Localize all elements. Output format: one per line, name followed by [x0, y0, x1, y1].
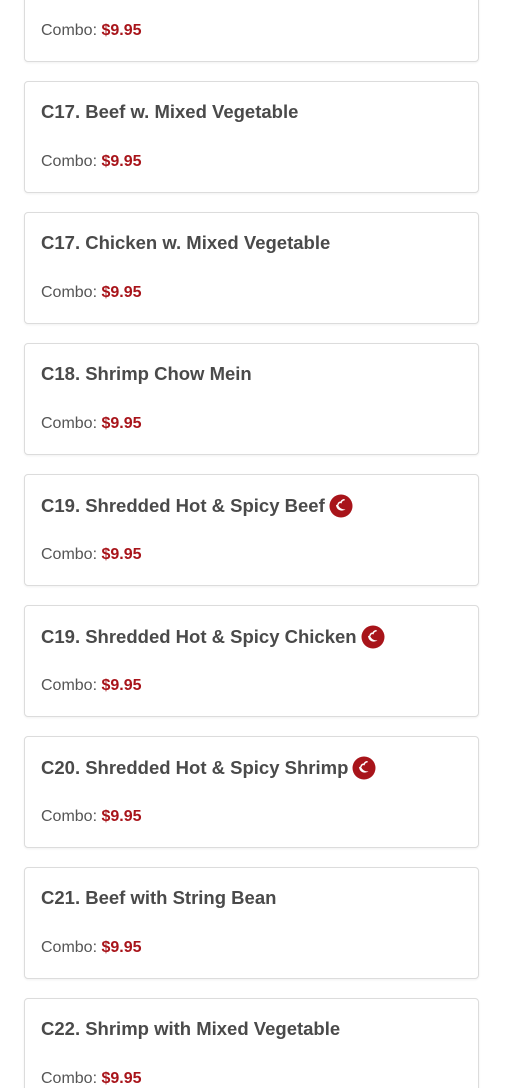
menu-item-name: C22. Shrimp with Mixed Vegetable	[41, 1018, 341, 1039]
menu-item-title: C21. Beef with String Bean	[41, 887, 276, 909]
menu-item-price-line: Combo: $9.95	[41, 939, 142, 957]
menu-item-title: C18. Shrimp Chow Mein	[41, 363, 252, 385]
menu-item-card[interactable]: C20. Shredded Hot & Spicy Shrimp Combo: …	[24, 736, 479, 848]
menu-item-name: C19. Shredded Hot & Spicy Beef	[41, 495, 325, 516]
menu-item-title: C17. Beef w. Mixed Vegetable	[41, 101, 298, 123]
combo-price: $9.95	[101, 546, 142, 563]
combo-price: $9.95	[101, 284, 142, 301]
menu-item-card[interactable]: C19. Shredded Hot & Spicy Chicken Combo:…	[24, 605, 479, 717]
combo-price: $9.95	[101, 153, 142, 170]
menu-item-title: C19. Shredded Hot & Spicy Chicken	[41, 625, 385, 649]
menu-item-card[interactable]: C22. Shrimp with Mixed Vegetable Combo: …	[24, 998, 479, 1088]
price-label: Combo:	[41, 415, 98, 432]
menu-item-card[interactable]: C19. Shredded Hot & Spicy Beef Combo: $9…	[24, 474, 479, 586]
combo-price: $9.95	[101, 808, 142, 825]
combo-price: $9.95	[101, 677, 142, 694]
menu-item-title: C20. Shredded Hot & Spicy Shrimp	[41, 756, 376, 780]
price-label: Combo:	[41, 284, 98, 301]
combo-price: $9.95	[101, 22, 142, 39]
menu-item-price-line: Combo: $9.95	[41, 808, 142, 826]
menu-item-title: C17. Chicken w. Mixed Vegetable	[41, 232, 330, 254]
menu-item-price-line: Combo: $9.95	[41, 153, 142, 171]
price-label: Combo:	[41, 677, 98, 694]
price-label: Combo:	[41, 22, 98, 39]
price-label: Combo:	[41, 939, 98, 956]
menu-item-price-line: Combo: $9.95	[41, 546, 142, 564]
combo-price: $9.95	[101, 1070, 142, 1087]
menu-item-name: C21. Beef with String Bean	[41, 887, 277, 908]
price-label: Combo:	[41, 546, 98, 563]
price-label: Combo:	[41, 153, 98, 170]
menu-item-card[interactable]: C18. Shrimp Chow Mein Combo: $9.95	[24, 343, 479, 455]
menu-item-title: C22. Shrimp with Mixed Vegetable	[41, 1018, 340, 1040]
menu-item-title: C19. Shredded Hot & Spicy Beef	[41, 494, 353, 518]
menu-item-price-line: Combo: $9.95	[41, 22, 142, 40]
menu-item-name: C19. Shredded Hot & Spicy Chicken	[41, 626, 357, 647]
chili-pepper-icon	[329, 494, 353, 518]
menu-item-card[interactable]: Combo: $9.95	[24, 0, 479, 62]
menu-item-name: C17. Chicken w. Mixed Vegetable	[41, 232, 331, 253]
menu-item-name: C17. Beef w. Mixed Vegetable	[41, 101, 299, 122]
price-label: Combo:	[41, 1070, 98, 1087]
menu-item-price-line: Combo: $9.95	[41, 1070, 142, 1088]
combo-price: $9.95	[101, 415, 142, 432]
menu-item-list: Combo: $9.95 C17. Beef w. Mixed Vegetabl…	[0, 0, 510, 1088]
menu-item-card[interactable]: C17. Beef w. Mixed Vegetable Combo: $9.9…	[24, 81, 479, 193]
chili-pepper-icon	[361, 625, 385, 649]
menu-item-card[interactable]: C17. Chicken w. Mixed Vegetable Combo: $…	[24, 212, 479, 324]
menu-item-price-line: Combo: $9.95	[41, 415, 142, 433]
chili-pepper-icon	[352, 756, 376, 780]
menu-item-price-line: Combo: $9.95	[41, 284, 142, 302]
combo-price: $9.95	[101, 939, 142, 956]
menu-item-price-line: Combo: $9.95	[41, 677, 142, 695]
menu-item-card[interactable]: C21. Beef with String Bean Combo: $9.95	[24, 867, 479, 979]
menu-item-name: C18. Shrimp Chow Mein	[41, 363, 252, 384]
price-label: Combo:	[41, 808, 98, 825]
menu-item-name: C20. Shredded Hot & Spicy Shrimp	[41, 757, 349, 778]
